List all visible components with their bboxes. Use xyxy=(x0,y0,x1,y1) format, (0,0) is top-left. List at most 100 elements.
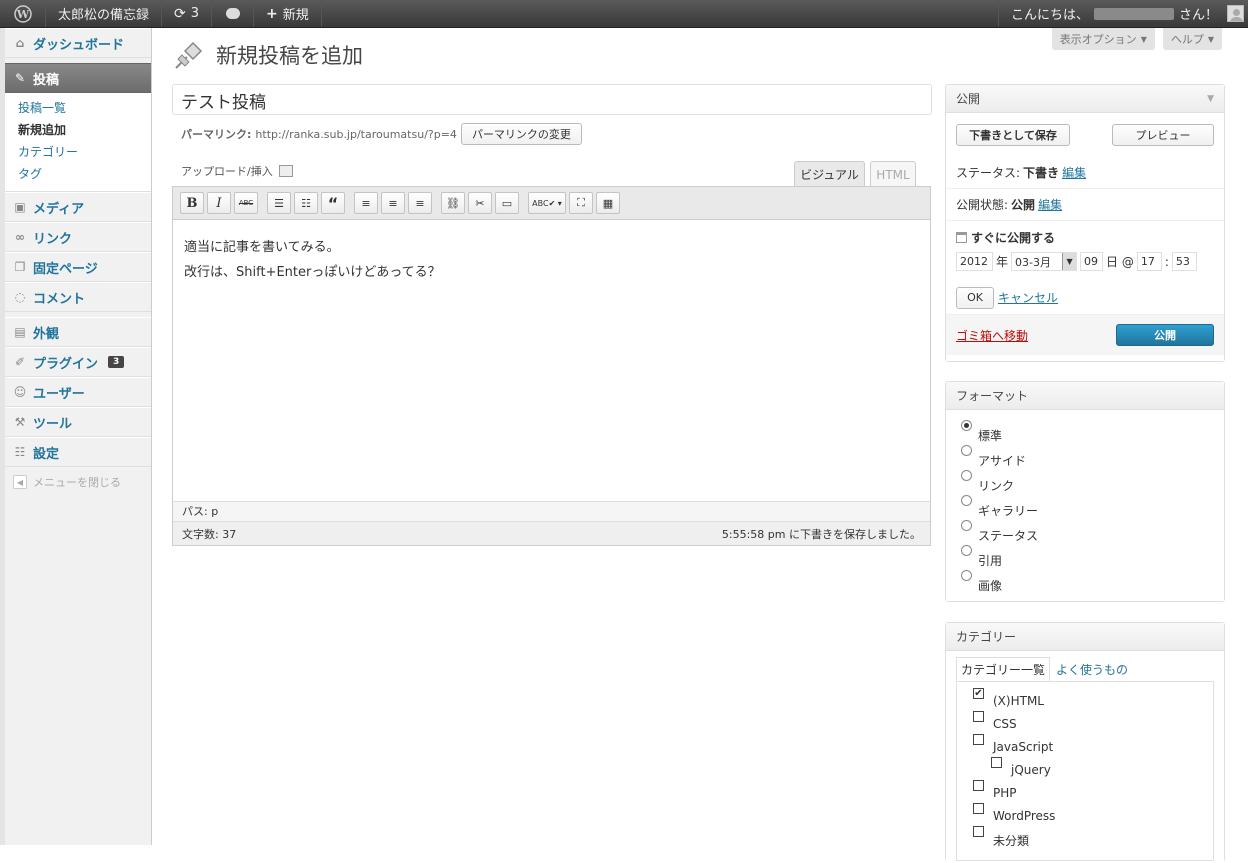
submenu-tags[interactable]: タグ xyxy=(5,163,151,185)
pages-icon: ❐ xyxy=(14,260,26,274)
bold-button[interactable]: B xyxy=(180,192,204,214)
cancel-link[interactable]: キャンセル xyxy=(998,289,1058,306)
move-to-trash-link[interactable]: ゴミ箱へ移動 xyxy=(956,327,1028,344)
calendar-icon xyxy=(956,232,967,243)
submenu-add-new[interactable]: 新規追加 xyxy=(5,119,151,141)
tab-most-used[interactable]: よく使うもの xyxy=(1052,658,1132,681)
menu-appearance[interactable]: ▤ 外観 xyxy=(5,317,151,347)
align-center-icon[interactable]: ≡ xyxy=(381,192,405,214)
format-option[interactable]: 標準 xyxy=(946,420,1224,445)
screen-options-button[interactable]: 表示オプション ▼ xyxy=(1051,28,1155,50)
menu-media[interactable]: ▣ メディア xyxy=(5,192,151,222)
upload-insert[interactable]: アップロード/挿入 xyxy=(181,163,293,179)
page-title: 新規投稿を追加 xyxy=(216,44,363,68)
edit-status-link[interactable]: 編集 xyxy=(1062,164,1086,181)
category-item[interactable]: 未分類 xyxy=(973,826,1213,849)
italic-button[interactable]: I xyxy=(207,192,231,214)
menu-tools[interactable]: ⚒ ツール xyxy=(5,407,151,437)
ok-button[interactable]: OK xyxy=(956,286,994,309)
format-box-header[interactable]: フォーマット xyxy=(946,382,1224,410)
change-permalink-button[interactable]: パーマリンクの変更 xyxy=(460,123,582,145)
checkbox[interactable] xyxy=(973,780,984,791)
wordpress-logo-button[interactable]: W xyxy=(0,0,46,27)
chevron-down-icon[interactable]: ▼ xyxy=(1207,94,1214,104)
menu-settings[interactable]: ☷ 設定 xyxy=(5,437,151,467)
menu-posts[interactable]: ✎ 投稿 xyxy=(5,63,151,93)
my-account-menu[interactable]: こんにちは、 さん！ xyxy=(997,0,1248,27)
comment-icon: ◌ xyxy=(14,290,26,304)
submenu-all-posts[interactable]: 投稿一覧 xyxy=(5,97,151,119)
preview-button[interactable]: プレビュー xyxy=(1112,124,1214,146)
hour-input[interactable]: 17 xyxy=(1136,252,1162,271)
checkbox[interactable] xyxy=(973,734,984,745)
add-media-icon[interactable] xyxy=(278,165,293,177)
editor-content[interactable]: 適当に記事を書いてみる。 改行は、Shift+Enterっぽいけどあってる？ xyxy=(173,220,930,501)
help-button[interactable]: ヘルプ ▼ xyxy=(1162,28,1222,50)
permalink-url[interactable]: http://ranka.sub.jp/taroumatsu/?p=4 xyxy=(255,128,457,141)
schedule-label: すぐに公開する xyxy=(971,231,1056,245)
site-name-link[interactable]: 太郎松の備忘録 xyxy=(46,0,163,27)
menu-comments[interactable]: ◌ コメント xyxy=(5,282,151,312)
format-option[interactable]: 画像 xyxy=(946,570,1224,595)
updates-button[interactable]: ⟳ 3 xyxy=(162,0,213,27)
category-box-header[interactable]: カテゴリー xyxy=(946,623,1224,651)
publish-box-header[interactable]: 公開 ▼ xyxy=(946,85,1224,113)
menu-pages[interactable]: ❐ 固定ページ xyxy=(5,252,151,282)
minute-input[interactable]: 53 xyxy=(1171,252,1197,271)
format-option[interactable]: ギャラリー xyxy=(946,495,1224,520)
spellcheck-icon[interactable]: ABC✔ ▾ xyxy=(528,192,566,214)
edit-visibility-link[interactable]: 編集 xyxy=(1038,196,1062,213)
publish-button[interactable]: 公開 xyxy=(1116,324,1214,346)
category-item[interactable]: CSS xyxy=(973,711,1213,734)
radio-button[interactable] xyxy=(961,445,972,456)
align-left-icon[interactable]: ≡ xyxy=(354,192,378,214)
radio-button[interactable] xyxy=(961,420,972,431)
blockquote-icon[interactable]: “ xyxy=(321,192,345,214)
category-item[interactable]: WordPress xyxy=(973,803,1213,826)
checkbox[interactable] xyxy=(973,803,984,814)
radio-button[interactable] xyxy=(961,545,972,556)
fullscreen-icon[interactable]: ⛶ xyxy=(569,192,593,214)
checkbox[interactable] xyxy=(991,757,1002,768)
tab-visual[interactable]: ビジュアル xyxy=(794,161,865,187)
category-item[interactable]: jQuery xyxy=(973,757,1213,780)
tab-all-categories[interactable]: カテゴリー一覧 xyxy=(956,657,1051,681)
unlink-icon[interactable]: ✂ xyxy=(468,192,492,214)
radio-button[interactable] xyxy=(961,470,972,481)
insert-more-icon[interactable]: ▭ xyxy=(495,192,519,214)
format-option[interactable]: 引用 xyxy=(946,545,1224,570)
format-option[interactable]: アサイド xyxy=(946,445,1224,470)
checkbox[interactable] xyxy=(973,711,984,722)
menu-dashboard[interactable]: ⌂ ダッシュボード xyxy=(5,28,151,58)
kitchen-sink-icon[interactable]: ▦ xyxy=(596,192,620,214)
insert-link-icon[interactable]: ⛓ xyxy=(441,192,465,214)
format-option[interactable]: ステータス xyxy=(946,520,1224,545)
save-draft-button[interactable]: 下書きとして保存 xyxy=(956,124,1070,146)
format-option[interactable]: リンク xyxy=(946,470,1224,495)
radio-button[interactable] xyxy=(961,520,972,531)
category-item[interactable]: JavaScript xyxy=(973,734,1213,757)
year-input[interactable]: 2012 xyxy=(956,252,993,271)
checkbox[interactable] xyxy=(973,826,984,837)
menu-users[interactable]: ☺ ユーザー xyxy=(5,377,151,407)
tab-html[interactable]: HTML xyxy=(870,161,916,187)
category-label: WordPress xyxy=(993,809,1056,823)
month-select[interactable]: 03-3月 ▼ xyxy=(1011,252,1078,271)
category-item[interactable]: PHP xyxy=(973,780,1213,803)
radio-button[interactable] xyxy=(961,570,972,581)
submenu-categories[interactable]: カテゴリー xyxy=(5,141,151,163)
new-content-button[interactable]: + 新規 xyxy=(254,0,322,27)
align-right-icon[interactable]: ≡ xyxy=(408,192,432,214)
checkbox[interactable]: ✔ xyxy=(973,688,984,699)
collapse-menu-button[interactable]: ◀ メニューを閉じる xyxy=(5,467,151,497)
strikethrough-button[interactable]: ABC xyxy=(234,192,258,214)
radio-button[interactable] xyxy=(961,495,972,506)
post-title-input[interactable]: テスト投稿 xyxy=(172,84,932,115)
category-item[interactable]: ✔ (X)HTML xyxy=(973,688,1213,711)
menu-links[interactable]: ∞ リンク xyxy=(5,222,151,252)
comments-button[interactable] xyxy=(212,0,255,27)
numbered-list-icon[interactable]: ☷ xyxy=(294,192,318,214)
menu-plugins[interactable]: ✐ プラグイン 3 xyxy=(5,347,151,377)
day-input[interactable]: 09 xyxy=(1080,252,1104,271)
bullet-list-icon[interactable]: ☰ xyxy=(267,192,291,214)
